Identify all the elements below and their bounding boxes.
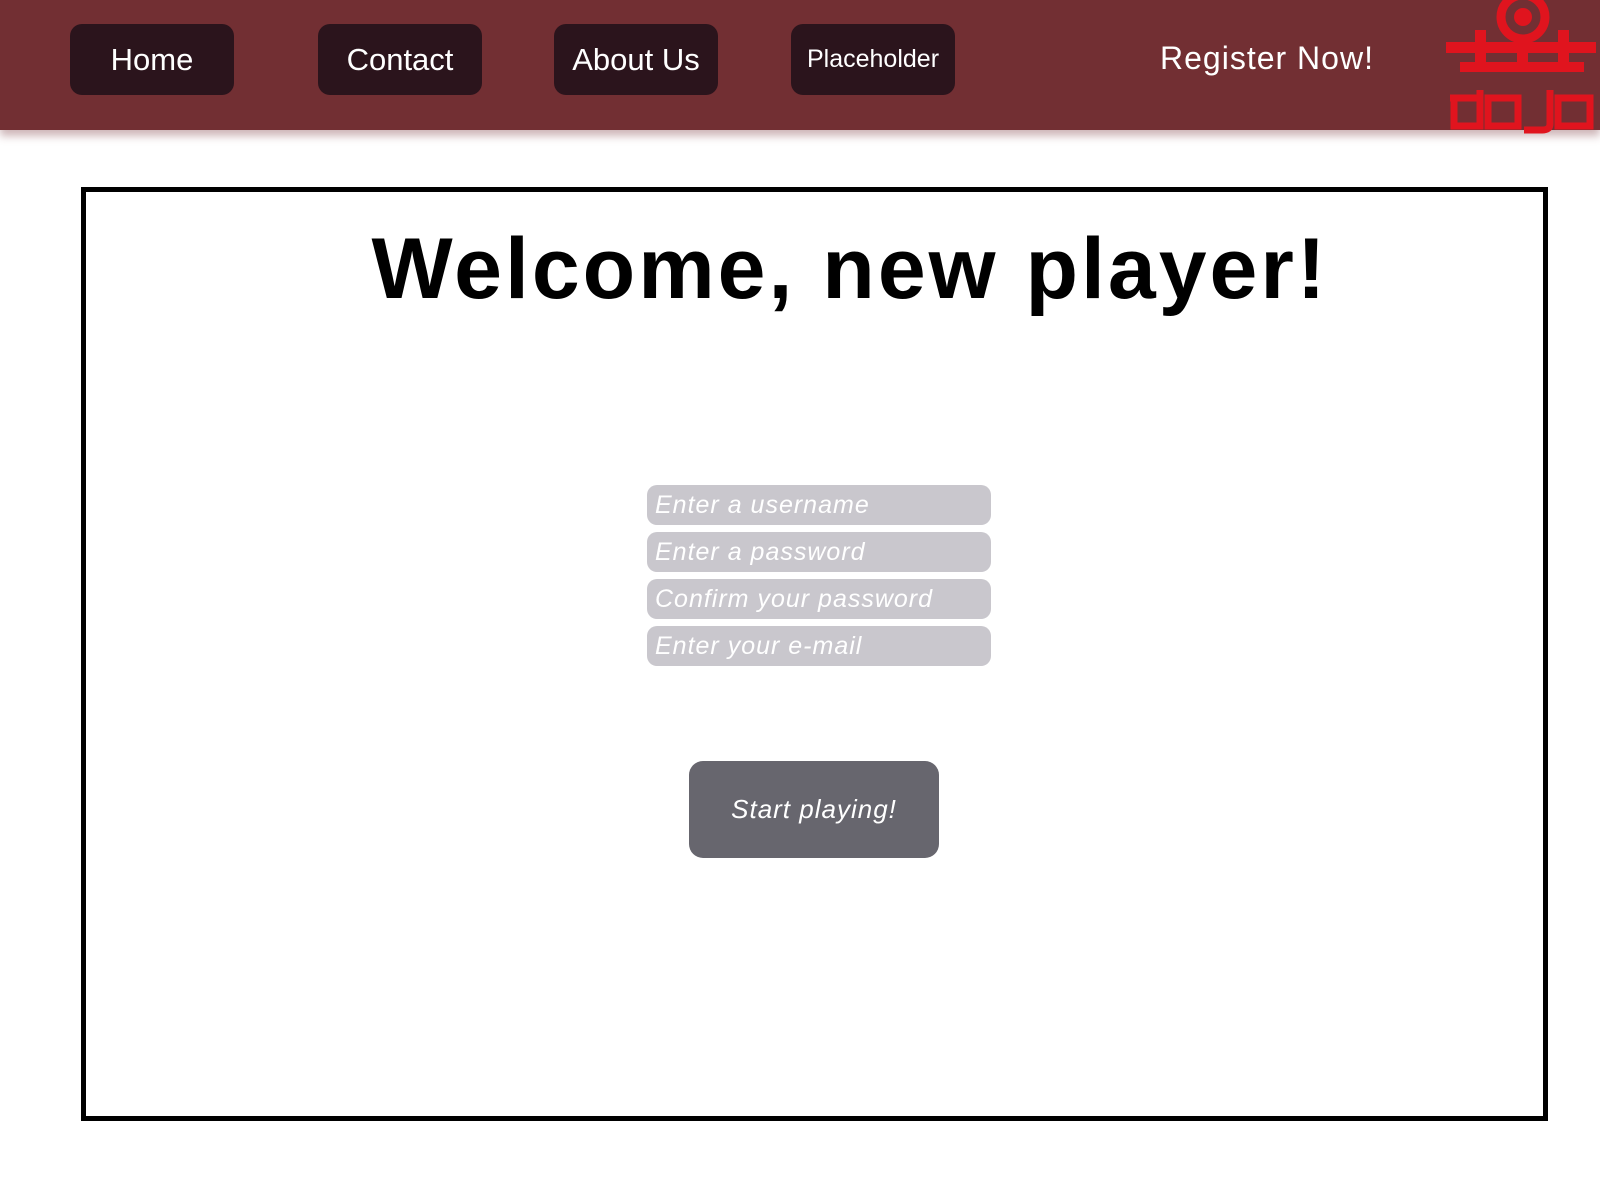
password-input[interactable] (647, 532, 991, 572)
register-now-link[interactable]: Register Now! (1160, 40, 1374, 77)
confirm-password-input[interactable] (647, 579, 991, 619)
start-playing-button[interactable]: Start playing! (689, 761, 939, 858)
page-title: Welcome, new player! (371, 221, 1329, 317)
nav-home-button[interactable]: Home (70, 24, 234, 95)
username-input[interactable] (647, 485, 991, 525)
nav-placeholder-button[interactable]: Placeholder (791, 24, 955, 95)
dojo-logo[interactable] (1440, 0, 1600, 134)
email-input[interactable] (647, 626, 991, 666)
dojo-torii-logo-icon (1446, 0, 1596, 134)
nav-about-us-button[interactable]: About Us (554, 24, 718, 95)
top-navigation-bar: Home Contact About Us Placeholder Regist… (0, 0, 1600, 134)
nav-contact-button[interactable]: Contact (318, 24, 482, 95)
